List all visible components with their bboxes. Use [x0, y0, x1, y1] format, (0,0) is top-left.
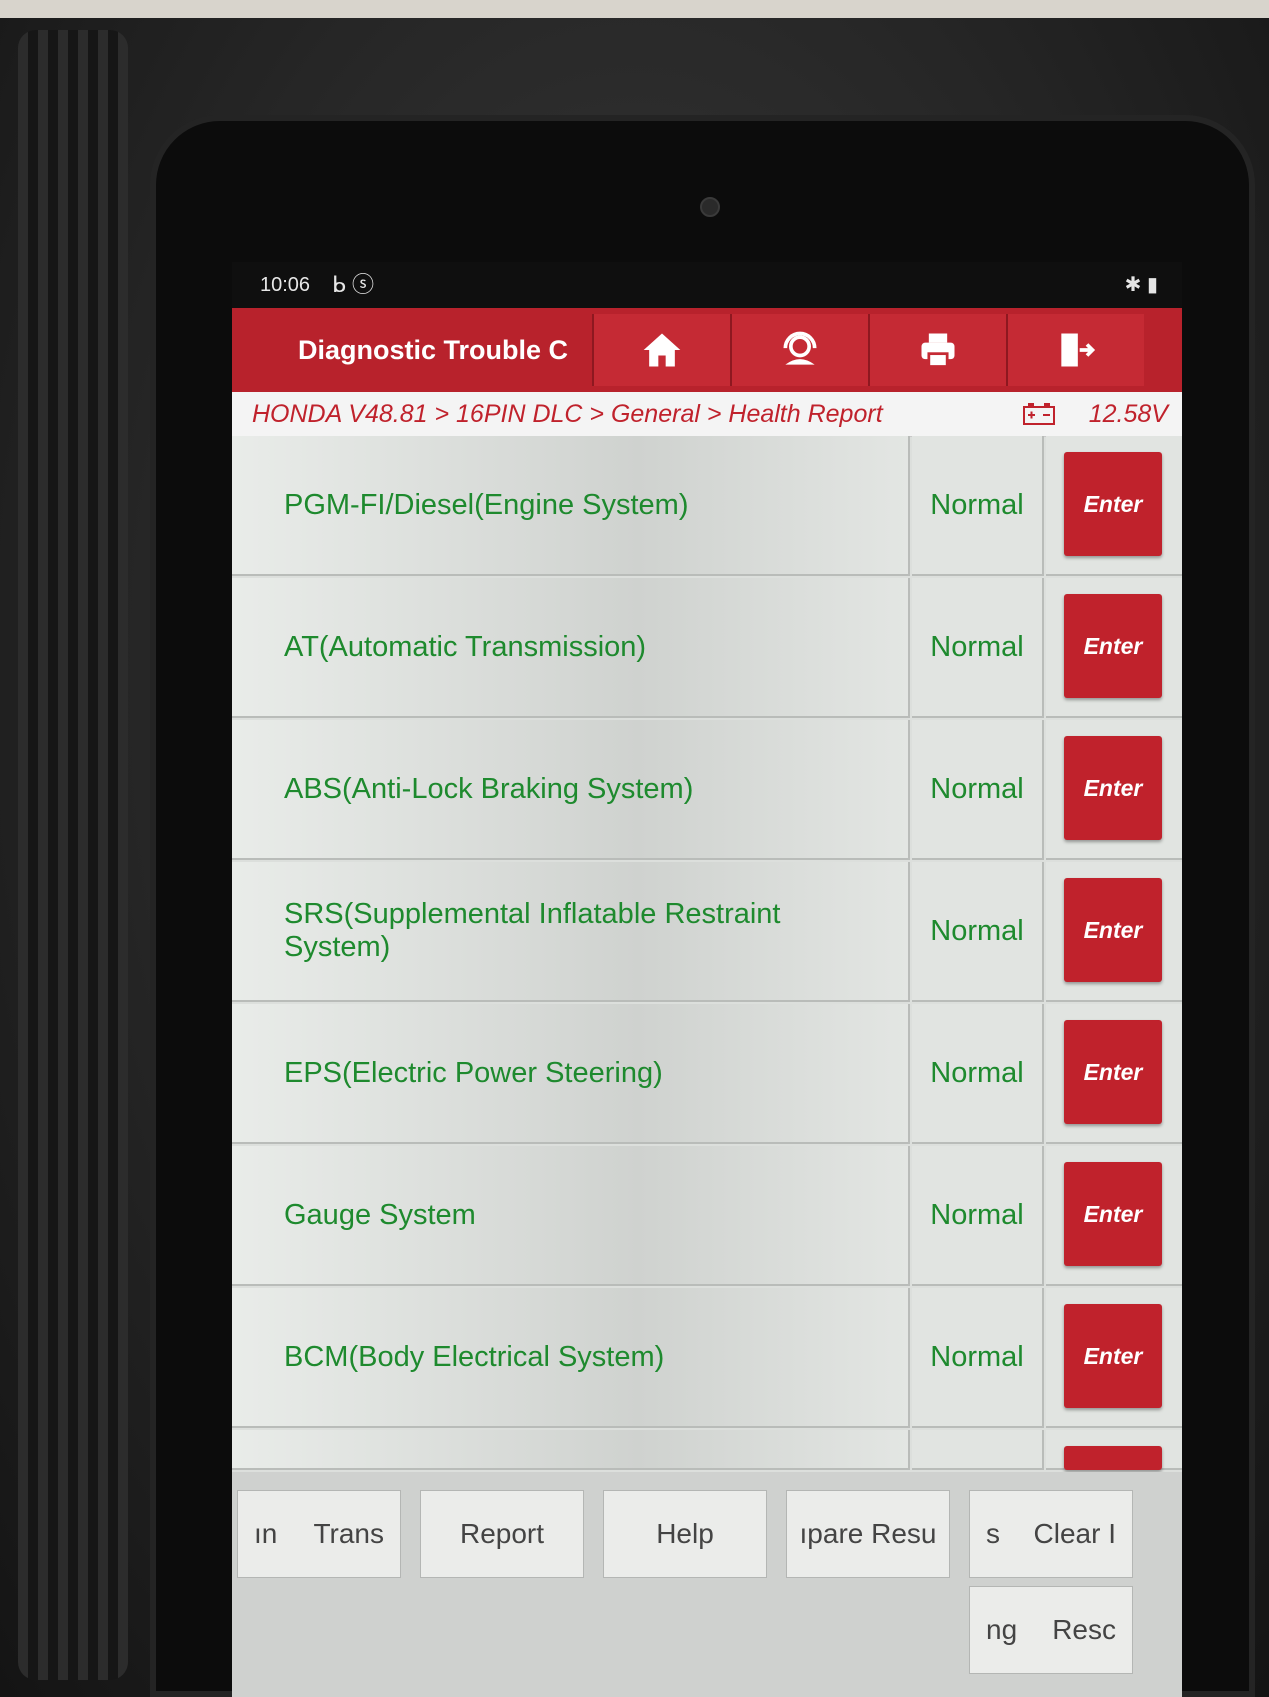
system-name: BCM(Body Electrical System): [232, 1288, 910, 1428]
system-name: EPS(Electric Power Steering): [232, 1004, 910, 1144]
system-status: Normal: [912, 436, 1044, 576]
enter-cell: Enter: [1046, 1146, 1182, 1286]
button-label-part: Trans: [313, 1518, 384, 1549]
button-label-part: ın: [254, 1518, 278, 1549]
enter-button[interactable]: Enter: [1064, 878, 1162, 982]
voltage-readout: 12.58V: [1088, 400, 1168, 428]
system-status: Normal: [912, 720, 1044, 860]
enter-cell: Enter: [1046, 578, 1182, 718]
table-row: BCM(Body Electrical System) Normal Enter: [232, 1288, 1182, 1430]
app-header: Diagnostic Trouble C: [232, 308, 1182, 392]
tablet-device: 10:06 ᖯ ⓢ ✱ ▮ Diagnostic Trouble C HONDA…: [0, 0, 1269, 1697]
exit-button[interactable]: [1006, 314, 1144, 386]
system-list: PGM-FI/Diesel(Engine System) Normal Ente…: [232, 436, 1182, 1470]
system-status: Normal: [912, 578, 1044, 718]
system-name: Gauge System: [232, 1146, 910, 1286]
table-row: PGM-FI/Diesel(Engine System) Normal Ente…: [232, 436, 1182, 578]
system-name: SRS(Supplemental Inflatable Restraint Sy…: [232, 862, 910, 1002]
home-icon: [643, 333, 681, 367]
print-button[interactable]: [868, 314, 1006, 386]
enter-cell: Enter: [1046, 436, 1182, 576]
status-bar: 10:06 ᖯ ⓢ ✱ ▮: [232, 262, 1182, 308]
table-row: EPS(Electric Power Steering) Normal Ente…: [232, 1004, 1182, 1146]
enter-button[interactable]: Enter: [1064, 736, 1162, 840]
transfer-button[interactable]: ın Trans: [237, 1490, 401, 1578]
system-status: [912, 1430, 1044, 1470]
system-status: Normal: [912, 1004, 1044, 1144]
enter-button[interactable]: Enter: [1064, 1162, 1162, 1266]
battery-icon: [1023, 403, 1055, 425]
help-button[interactable]: Help: [603, 1490, 767, 1578]
system-name: PGM-FI/Diesel(Engine System): [232, 436, 910, 576]
table-row: AT(Automatic Transmission) Normal Enter: [232, 578, 1182, 720]
device-grip: [18, 30, 128, 1680]
table-row-partial: [232, 1430, 1182, 1470]
footer-toolbar: ın Trans Report Help ıpare Resu s Clear …: [232, 1472, 1182, 1697]
system-name: ABS(Anti-Lock Braking System): [232, 720, 910, 860]
system-status: Normal: [912, 862, 1044, 1002]
breadcrumb: HONDA V48.81 > 16PIN DLC > General > Hea…: [252, 400, 883, 428]
system-name: [232, 1430, 910, 1470]
report-button[interactable]: Report: [420, 1490, 584, 1578]
screen: 10:06 ᖯ ⓢ ✱ ▮ Diagnostic Trouble C HONDA…: [232, 262, 1182, 1697]
table-row: Gauge System Normal Enter: [232, 1146, 1182, 1288]
enter-button[interactable]: Enter: [1064, 594, 1162, 698]
headset-icon: [783, 331, 817, 365]
notification-icons: ᖯ ⓢ: [332, 272, 374, 297]
button-label-part: Resc: [1052, 1614, 1116, 1645]
button-label-part: Clear I: [1033, 1518, 1116, 1549]
system-status: Normal: [912, 1146, 1044, 1286]
enter-cell: Enter: [1046, 1288, 1182, 1428]
status-time: 10:06: [260, 274, 311, 296]
enter-button[interactable]: Enter: [1064, 452, 1162, 556]
system-name: AT(Automatic Transmission): [232, 578, 910, 718]
enter-cell: Enter: [1046, 862, 1182, 1002]
system-status: Normal: [912, 1288, 1044, 1428]
enter-button[interactable]: Enter: [1064, 1020, 1162, 1124]
enter-button[interactable]: Enter: [1064, 1304, 1162, 1408]
breadcrumb-bar: HONDA V48.81 > 16PIN DLC > General > Hea…: [232, 392, 1182, 437]
compare-results-button[interactable]: ıpare Resu: [786, 1490, 950, 1578]
exit-icon: [1061, 333, 1096, 367]
enter-button[interactable]: [1064, 1446, 1162, 1470]
button-label-part: ng: [986, 1614, 1018, 1645]
page-title: Diagnostic Trouble C: [298, 335, 569, 365]
home-button[interactable]: [592, 314, 730, 386]
enter-cell: Enter: [1046, 720, 1182, 860]
table-row: SRS(Supplemental Inflatable Restraint Sy…: [232, 862, 1182, 1004]
support-button[interactable]: [730, 314, 868, 386]
clear-button[interactable]: s Clear I: [969, 1490, 1133, 1578]
front-camera: [700, 197, 720, 217]
enter-cell: Enter: [1046, 1004, 1182, 1144]
rescan-button[interactable]: ng Resc: [969, 1586, 1133, 1674]
printer-icon: [921, 333, 955, 368]
enter-cell: [1046, 1430, 1182, 1470]
button-label-part: s: [986, 1518, 1000, 1549]
table-row: ABS(Anti-Lock Braking System) Normal Ent…: [232, 720, 1182, 862]
bluetooth-battery-icons: ✱ ▮: [1124, 274, 1158, 296]
